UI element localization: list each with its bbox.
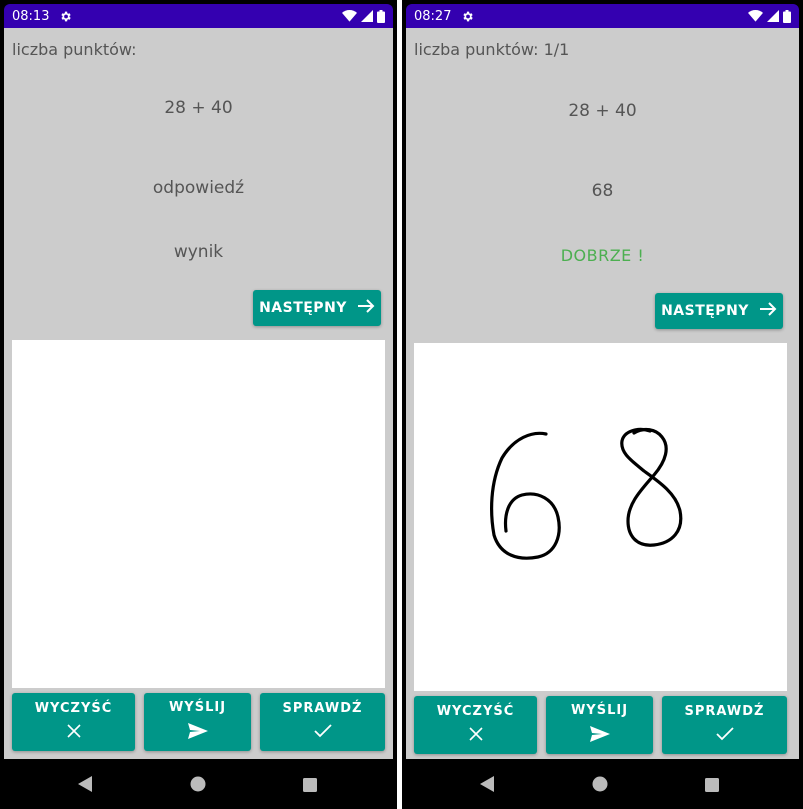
check-button-label: SPRAWDŹ xyxy=(684,704,765,719)
check-button[interactable]: SPRAWDŹ xyxy=(260,693,385,751)
signal-icon xyxy=(361,10,373,22)
arrow-right-icon xyxy=(759,301,777,321)
clear-button-label: WYCZYŚĆ xyxy=(34,701,113,716)
action-button-row: WYCZYŚĆ WYŚLIJ SPRAWDŹ xyxy=(12,693,385,751)
send-button[interactable]: WYŚLIJ xyxy=(546,696,653,754)
clear-button[interactable]: WYCZYŚĆ xyxy=(414,696,537,754)
gear-icon xyxy=(59,10,72,23)
wifi-icon xyxy=(748,10,763,22)
battery-icon xyxy=(377,9,385,23)
wifi-icon xyxy=(342,10,357,22)
close-icon xyxy=(66,724,81,742)
question-text: 28 + 40 xyxy=(568,101,637,121)
back-icon[interactable] xyxy=(78,776,92,796)
send-button[interactable]: WYŚLIJ xyxy=(144,693,251,751)
drawing-canvas[interactable] xyxy=(12,340,385,688)
action-button-row: WYCZYŚĆ WYŚLIJ SPRAWDŹ xyxy=(414,696,791,754)
answer-text: odpowiedź xyxy=(152,178,245,198)
recents-icon[interactable] xyxy=(303,777,317,796)
next-button[interactable]: NASTĘPNY xyxy=(655,293,783,329)
question-text: 28 + 40 xyxy=(164,98,233,118)
score-label: liczba punktów: xyxy=(12,40,137,59)
phone-screen-1: 08:13 liczba punktów: 28 + 40 odpowiedź … xyxy=(0,0,397,809)
next-button[interactable]: NASTĘPNY xyxy=(253,290,381,326)
send-button-label: WYŚLIJ xyxy=(570,703,629,718)
phone-screen-2: 08:27 liczba punktów: 1/1 28 + 40 68 DOB… xyxy=(402,0,803,809)
result-text: DOBRZE ! xyxy=(560,246,645,265)
navigation-bar xyxy=(402,763,803,809)
battery-icon xyxy=(783,9,791,23)
status-bar: 08:27 xyxy=(406,4,799,28)
drawing-canvas[interactable] xyxy=(414,343,787,691)
recents-icon[interactable] xyxy=(705,777,719,796)
clear-button-label: WYCZYŚĆ xyxy=(436,704,515,719)
answer-text: 68 xyxy=(591,181,614,201)
home-icon[interactable] xyxy=(592,776,608,796)
clear-button[interactable]: WYCZYŚĆ xyxy=(12,693,135,751)
main-content: liczba punktów: 28 + 40 odpowiedź wynik … xyxy=(4,28,393,759)
home-icon[interactable] xyxy=(190,776,206,796)
navigation-bar xyxy=(0,763,397,809)
check-button-label: SPRAWDŹ xyxy=(282,701,363,716)
result-text: wynik xyxy=(173,242,224,262)
next-button-label: NASTĘPNY xyxy=(259,300,347,316)
next-button-label: NASTĘPNY xyxy=(661,303,749,319)
main-content: liczba punktów: 1/1 28 + 40 68 DOBRZE ! … xyxy=(406,28,799,759)
send-icon xyxy=(187,723,208,743)
gear-icon xyxy=(461,10,474,23)
signal-icon xyxy=(767,10,779,22)
check-button[interactable]: SPRAWDŹ xyxy=(662,696,787,754)
status-bar: 08:13 xyxy=(4,4,393,28)
handwritten-digits xyxy=(490,427,683,560)
send-icon xyxy=(589,726,610,746)
check-icon xyxy=(313,724,332,742)
status-time: 08:27 xyxy=(414,8,452,24)
close-icon xyxy=(468,727,483,745)
check-icon xyxy=(715,727,734,745)
status-time: 08:13 xyxy=(12,8,50,24)
send-button-label: WYŚLIJ xyxy=(168,700,227,715)
back-icon[interactable] xyxy=(480,776,494,796)
score-label: liczba punktów: 1/1 xyxy=(414,40,570,59)
arrow-right-icon xyxy=(357,298,375,318)
